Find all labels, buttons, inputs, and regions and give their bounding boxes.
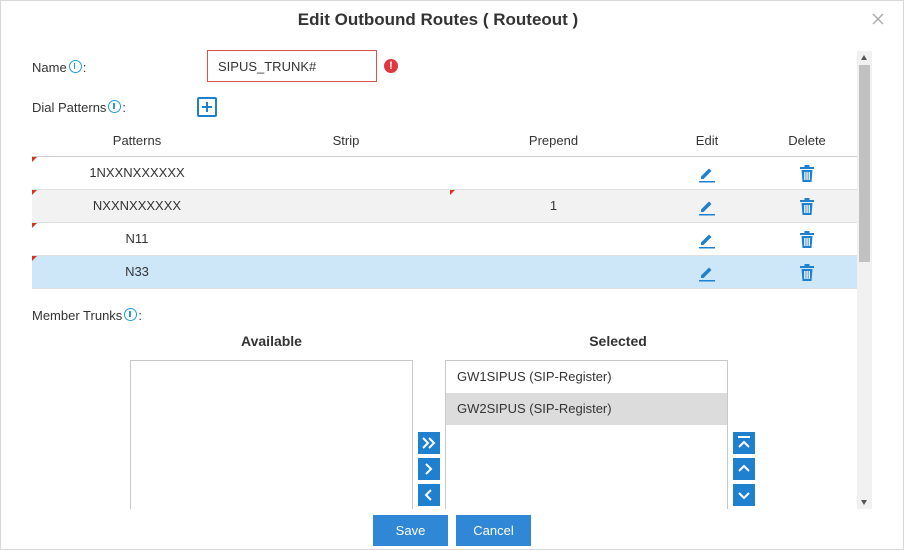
selected-trunks-list[interactable]: GW1SIPUS (SIP-Register) GW2SIPUS (SIP-Re… (445, 360, 728, 509)
prepend-cell (450, 256, 657, 288)
chevron-left-icon (424, 489, 432, 501)
move-all-right-button[interactable] (418, 432, 440, 454)
move-right-button[interactable] (418, 458, 440, 480)
move-left-button[interactable] (418, 484, 440, 506)
save-button[interactable]: Save (373, 515, 448, 546)
available-trunks-list[interactable] (130, 360, 413, 509)
column-header-delete: Delete (788, 133, 826, 148)
strip-cell (242, 256, 450, 288)
name-label-row: Name: (32, 60, 86, 75)
double-chevron-right-icon (422, 437, 436, 449)
dialog-title: Edit Outbound Routes ( Routeout ) (297, 10, 579, 29)
changed-marker (450, 190, 455, 195)
chevron-right-icon (425, 463, 433, 475)
scroll-down-arrow-icon[interactable] (861, 500, 867, 505)
changed-marker (32, 157, 37, 162)
strip-cell (242, 223, 450, 255)
trash-icon[interactable] (799, 197, 815, 216)
cancel-button[interactable]: Cancel (456, 515, 531, 546)
strip-cell (242, 190, 450, 222)
changed-marker (32, 190, 37, 195)
pattern-cell: N11 (125, 231, 149, 246)
move-top-icon (738, 436, 750, 448)
add-pattern-button[interactable] (197, 97, 217, 117)
close-icon[interactable] (870, 11, 886, 27)
table-row[interactable]: 1NXXNXXXXXX (32, 157, 857, 190)
chevron-down-icon (738, 492, 750, 500)
move-up-button[interactable] (733, 458, 755, 480)
table-row-selected[interactable]: N33 (32, 256, 857, 289)
info-icon[interactable] (108, 100, 122, 113)
member-trunks-label: Member Trunks (32, 308, 123, 323)
pencil-icon[interactable] (698, 264, 716, 282)
dial-patterns-label: Dial Patterns (32, 100, 107, 115)
column-header-strip: Strip (332, 133, 360, 148)
member-trunks-label-colon: : (138, 308, 142, 323)
prepend-cell (450, 157, 657, 189)
move-down-button[interactable] (733, 484, 755, 506)
dial-patterns-table: Patterns Strip Prepend Edit Delete 1NXXN… (32, 125, 857, 289)
column-header-patterns: Patterns (112, 133, 162, 148)
name-input[interactable] (207, 50, 377, 82)
strip-cell (242, 157, 450, 189)
changed-marker (32, 223, 37, 228)
edit-outbound-route-dialog: Edit Outbound Routes ( Routeout ) Name: … (0, 0, 904, 550)
pattern-cell: N33 (125, 264, 149, 279)
pencil-icon[interactable] (698, 198, 716, 216)
column-header-prepend: Prepend (528, 133, 579, 148)
prepend-cell (450, 223, 657, 255)
scrollbar-thumb[interactable] (859, 65, 870, 262)
dialog-body: Name: ! Dial Patterns: Patterns Strip Pr… (1, 47, 873, 509)
pencil-icon[interactable] (698, 231, 716, 249)
pattern-cell: 1NXXNXXXXXX (89, 165, 185, 180)
trash-icon[interactable] (799, 263, 815, 282)
prepend-cell: 1 (549, 198, 558, 213)
trash-icon[interactable] (799, 230, 815, 249)
info-icon[interactable] (68, 60, 82, 73)
pattern-cell: NXXNXXXXXX (92, 198, 182, 213)
pencil-icon[interactable] (698, 165, 716, 183)
table-row[interactable]: N11 (32, 223, 857, 256)
list-item-highlighted[interactable]: GW2SIPUS (SIP-Register) (446, 393, 727, 425)
dial-patterns-label-colon: : (122, 100, 127, 115)
changed-marker (32, 256, 37, 261)
available-header: Available (241, 333, 302, 349)
chevron-up-icon (738, 464, 750, 472)
table-row[interactable]: NXXNXXXXXX 1 (32, 190, 857, 223)
vertical-scrollbar[interactable] (857, 51, 872, 509)
info-icon[interactable] (124, 308, 138, 321)
scroll-up-arrow-icon[interactable] (861, 55, 867, 60)
name-label-colon: : (82, 60, 87, 75)
column-header-edit: Edit (695, 133, 719, 148)
table-header: Patterns Strip Prepend Edit Delete (32, 125, 857, 157)
dial-patterns-label-row: Dial Patterns: (32, 100, 126, 115)
selected-header: Selected (589, 333, 647, 349)
member-trunks-label-row: Member Trunks: (32, 308, 142, 323)
name-label: Name (32, 60, 67, 75)
list-item[interactable]: GW1SIPUS (SIP-Register) (446, 361, 727, 393)
error-icon: ! (384, 59, 398, 73)
move-to-top-button[interactable] (733, 432, 755, 454)
trash-icon[interactable] (799, 164, 815, 183)
